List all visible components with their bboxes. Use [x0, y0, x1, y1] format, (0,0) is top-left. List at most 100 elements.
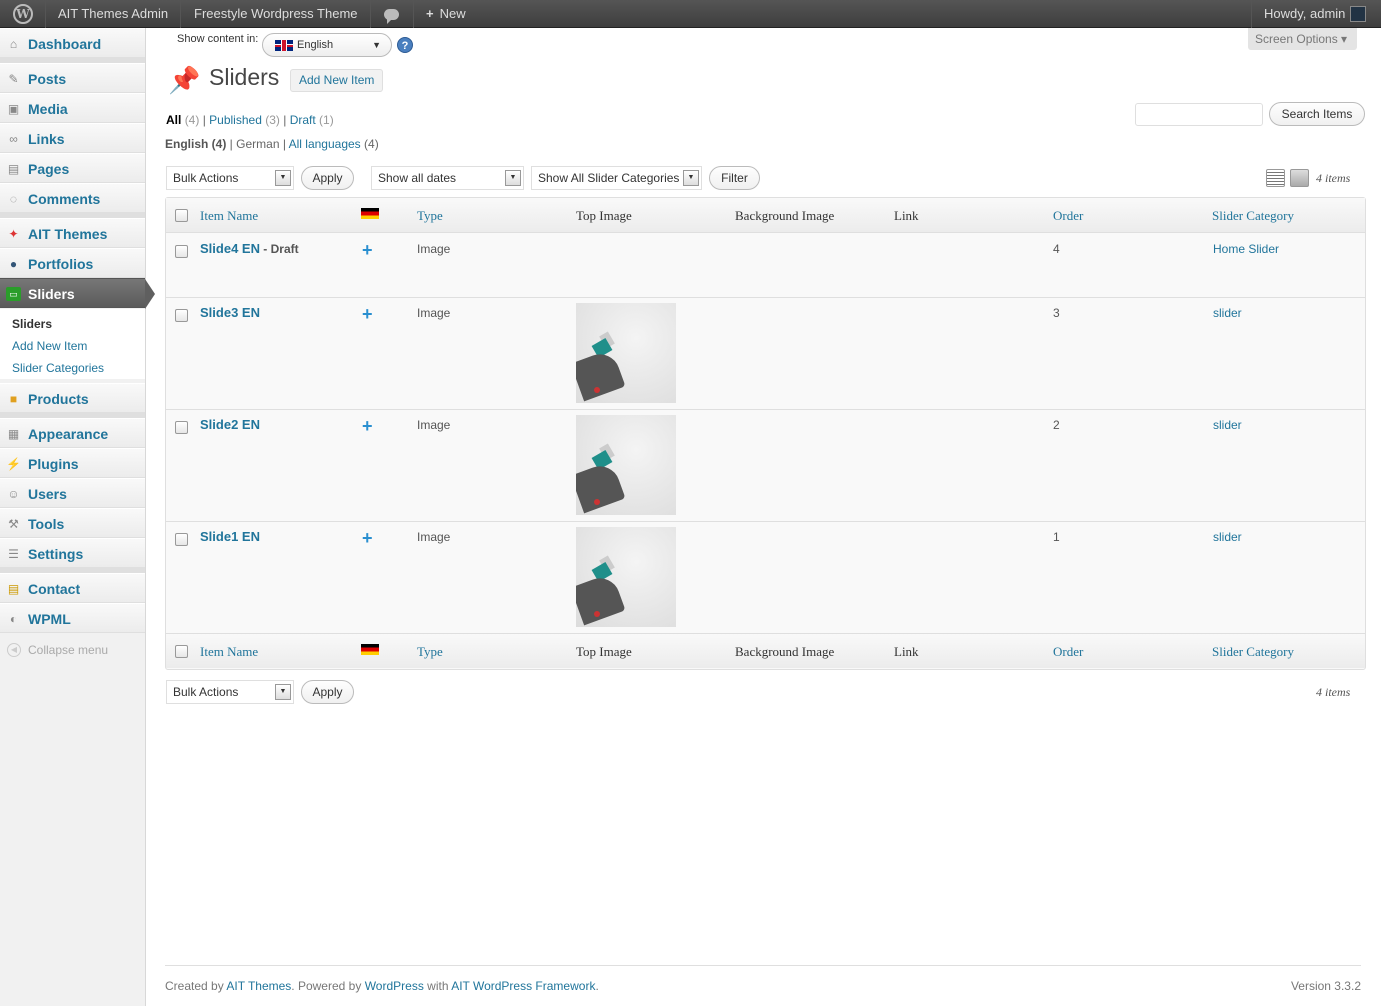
- submenu-sliders[interactable]: Sliders: [0, 313, 145, 335]
- filter-draft-count: (1): [319, 113, 334, 127]
- chevron-down-icon: ▼: [505, 170, 521, 186]
- row-checkbox[interactable]: [175, 245, 188, 258]
- excerpt-view-icon[interactable]: [1290, 169, 1309, 187]
- list-view-icon[interactable]: [1266, 169, 1285, 187]
- row-checkbox[interactable]: [175, 533, 188, 546]
- help-icon[interactable]: ?: [397, 37, 413, 53]
- chevron-down-icon: ▼: [275, 684, 291, 700]
- column-slider-category[interactable]: Slider Category: [1212, 208, 1294, 224]
- screen-options-button[interactable]: Screen Options ▾: [1248, 28, 1357, 50]
- menu-links[interactable]: ∞ Links: [0, 123, 145, 153]
- filter-published[interactable]: Published: [209, 113, 262, 127]
- row-checkbox[interactable]: [175, 421, 188, 434]
- select-all-checkbox[interactable]: [175, 645, 188, 658]
- apply-button[interactable]: Apply: [301, 166, 354, 190]
- users-icon: ☺: [7, 487, 20, 501]
- collapse-menu-button[interactable]: ◀ Collapse menu: [0, 640, 145, 660]
- language-select[interactable]: English ▼: [262, 33, 392, 57]
- column-type[interactable]: Type: [417, 208, 443, 224]
- search-items-button[interactable]: Search Items: [1269, 102, 1365, 126]
- row-title-text[interactable]: Slide2 EN: [200, 417, 260, 432]
- menu-contact[interactable]: ▤ Contact: [0, 573, 145, 603]
- uk-flag-icon: [275, 40, 293, 51]
- submenu-add-new-item[interactable]: Add New Item: [0, 335, 145, 357]
- bulk-actions-select-bottom[interactable]: Bulk Actions ▼: [166, 680, 294, 704]
- row-title-text[interactable]: Slide1 EN: [200, 529, 260, 544]
- bulk-actions-value: Bulk Actions: [173, 685, 239, 699]
- filter-all[interactable]: All: [166, 113, 181, 127]
- row-checkbox[interactable]: [175, 309, 188, 322]
- add-translation-icon[interactable]: +: [362, 529, 373, 547]
- comments-bubble-icon[interactable]: [372, 0, 414, 28]
- row-category[interactable]: Home Slider: [1213, 242, 1279, 256]
- site-admin-link[interactable]: AIT Themes Admin: [46, 0, 182, 28]
- menu-plugins[interactable]: ⚡ Plugins: [0, 448, 145, 478]
- row-category[interactable]: slider: [1213, 418, 1242, 432]
- filter-button[interactable]: Filter: [709, 166, 760, 190]
- new-content-menu[interactable]: + New: [414, 0, 478, 28]
- menu-ait-themes[interactable]: ✦ AIT Themes: [0, 218, 145, 248]
- menu-label: Appearance: [28, 426, 109, 442]
- column-item-name[interactable]: Item Name: [200, 208, 258, 224]
- theme-link[interactable]: Freestyle Wordpress Theme: [182, 0, 371, 28]
- column-link: Link: [894, 208, 919, 223]
- submenu-slider-categories[interactable]: Slider Categories: [0, 357, 145, 379]
- lang-filter-all[interactable]: All languages: [289, 137, 361, 151]
- menu-wpml[interactable]: ◐ WPML: [0, 603, 145, 633]
- lang-filter-all-count: (4): [364, 137, 379, 151]
- row-title[interactable]: Slide4 EN - Draft: [200, 241, 299, 256]
- column-item-name[interactable]: Item Name: [200, 644, 258, 660]
- menu-users[interactable]: ☺ Users: [0, 478, 145, 508]
- select-all-checkbox[interactable]: [175, 209, 188, 222]
- column-order[interactable]: Order: [1053, 208, 1083, 224]
- column-type[interactable]: Type: [417, 644, 443, 660]
- column-slider-category[interactable]: Slider Category: [1212, 644, 1294, 660]
- admin-footer: Created by AIT Themes. Powered by WordPr…: [165, 965, 1361, 993]
- menu-media[interactable]: ▣ Media: [0, 93, 145, 123]
- menu-pages[interactable]: ▤ Pages: [0, 153, 145, 183]
- menu-dashboard[interactable]: ⌂ Dashboard: [0, 28, 145, 58]
- filter-draft[interactable]: Draft: [290, 113, 316, 127]
- row-title[interactable]: Slide3 EN: [200, 305, 260, 320]
- categories-select[interactable]: Show All Slider Categories ▼: [531, 166, 702, 190]
- media-icon: ▣: [7, 102, 20, 116]
- lang-filter-german[interactable]: German: [236, 137, 279, 151]
- row-category[interactable]: slider: [1213, 530, 1242, 544]
- pushpin-icon: ✎: [8, 72, 19, 86]
- bulk-actions-select[interactable]: Bulk Actions ▼: [166, 166, 294, 190]
- lang-filter-english[interactable]: English (4): [165, 137, 226, 151]
- wordpress-logo-icon[interactable]: W: [0, 0, 46, 28]
- add-translation-icon[interactable]: +: [362, 241, 373, 259]
- column-order[interactable]: Order: [1053, 644, 1083, 660]
- column-background-image: Background Image: [735, 208, 835, 223]
- footer-wordpress-link[interactable]: WordPress: [365, 979, 424, 993]
- menu-comments[interactable]: ◌ Comments: [0, 183, 145, 213]
- top-image-thumbnail: [576, 415, 676, 515]
- menu-tools[interactable]: ⚒ Tools: [0, 508, 145, 538]
- column-link: Link: [894, 644, 919, 659]
- footer-ait-link[interactable]: AIT Themes: [226, 979, 291, 993]
- add-translation-icon[interactable]: +: [362, 417, 373, 435]
- search-input[interactable]: [1135, 103, 1263, 126]
- menu-posts[interactable]: ✎ Posts: [0, 63, 145, 93]
- row-order: 4: [1053, 242, 1060, 256]
- row-category[interactable]: slider: [1213, 306, 1242, 320]
- menu-portfolios[interactable]: ● Portfolios: [0, 248, 145, 278]
- menu-label: Contact: [28, 581, 81, 597]
- footer-framework-link[interactable]: AIT WordPress Framework: [451, 979, 595, 993]
- apply-button-bottom[interactable]: Apply: [301, 680, 354, 704]
- row-title[interactable]: Slide1 EN: [200, 529, 260, 544]
- row-title[interactable]: Slide2 EN: [200, 417, 260, 432]
- add-new-item-button[interactable]: Add New Item: [290, 69, 384, 92]
- account-menu[interactable]: Howdy, admin: [1251, 0, 1381, 28]
- row-title-text[interactable]: Slide4 EN: [200, 241, 260, 256]
- row-title-text[interactable]: Slide3 EN: [200, 305, 260, 320]
- menu-products[interactable]: ■ Products: [0, 383, 145, 413]
- menu-sliders[interactable]: ▭ Sliders: [0, 278, 155, 309]
- status-filter: All (4) | Published (3) | Draft (1): [166, 113, 334, 127]
- dates-select[interactable]: Show all dates ▼: [371, 166, 524, 190]
- menu-settings[interactable]: ☰ Settings: [0, 538, 145, 568]
- menu-appearance[interactable]: ▦ Appearance: [0, 418, 145, 448]
- add-translation-icon[interactable]: +: [362, 305, 373, 323]
- chevron-down-icon: ▼: [372, 40, 381, 50]
